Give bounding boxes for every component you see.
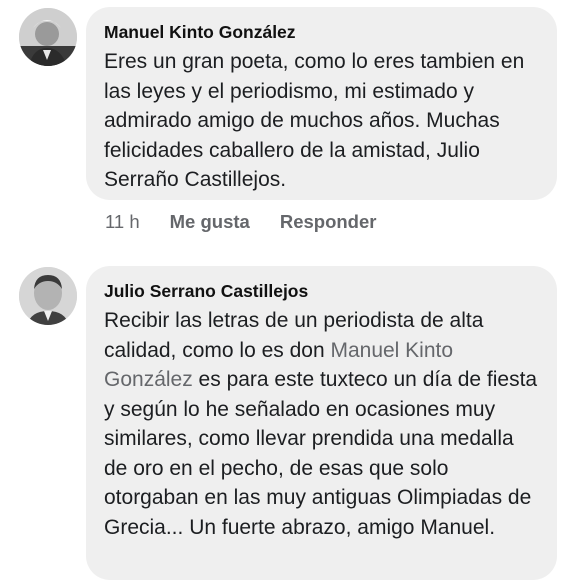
avatar-manuel-icon xyxy=(19,8,77,66)
comment-text: Recibir las letras de un periodista de a… xyxy=(104,306,539,542)
comment-actions: 11 h Me gusta Responder xyxy=(105,211,376,233)
comment-bubble: Manuel Kinto González Eres un gran poeta… xyxy=(86,7,557,200)
comment-text: Eres un gran poeta, como lo eres tambien… xyxy=(104,50,525,191)
reply-button[interactable]: Responder xyxy=(280,211,377,233)
comment-author[interactable]: Manuel Kinto González xyxy=(104,21,539,43)
avatar-julio-icon xyxy=(19,267,77,325)
avatar-julio[interactable] xyxy=(19,267,77,325)
avatar-manuel[interactable] xyxy=(19,8,77,66)
comment-timestamp[interactable]: 11 h xyxy=(105,211,140,233)
like-button[interactable]: Me gusta xyxy=(170,211,250,233)
comment-bubble: Julio Serrano Castillejos Recibir las le… xyxy=(86,266,557,580)
comment-text-end: es para este tuxteco un día de fiesta y … xyxy=(104,368,538,539)
comment-author[interactable]: Julio Serrano Castillejos xyxy=(104,280,539,302)
